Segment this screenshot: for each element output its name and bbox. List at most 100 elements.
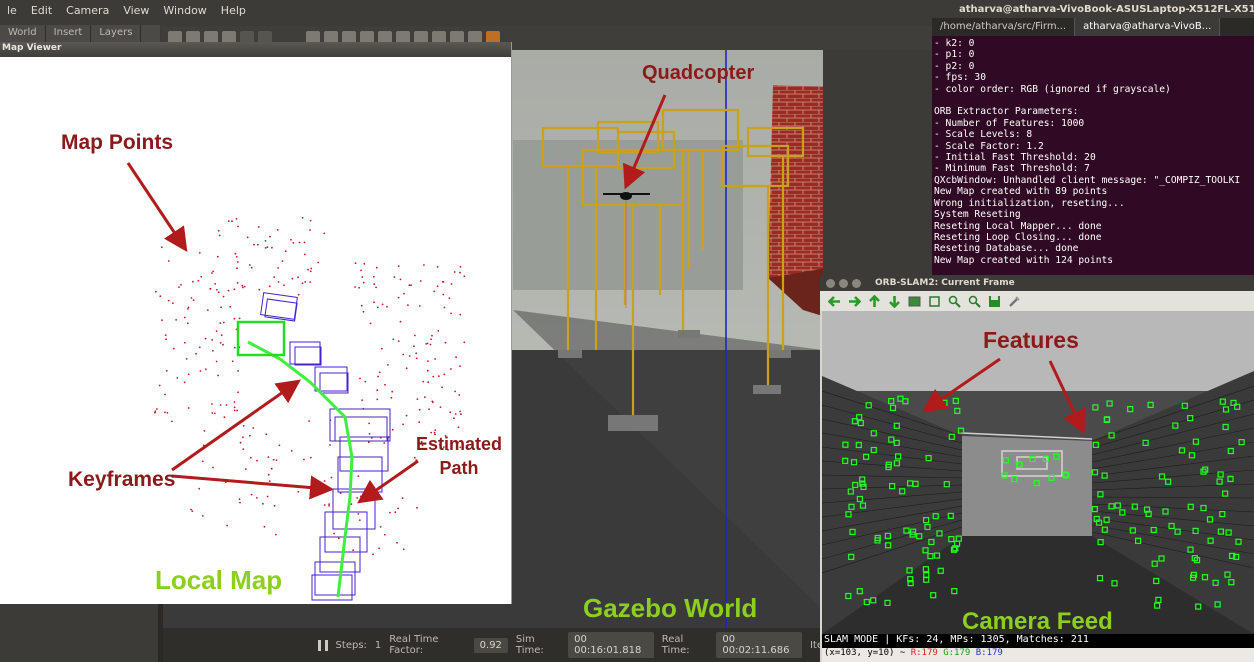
map-point — [242, 448, 245, 450]
menu-edit[interactable]: Edit — [24, 4, 59, 17]
map-point — [432, 375, 435, 378]
map-point — [397, 507, 399, 510]
menu-file[interactable]: le — [0, 4, 24, 17]
keyframe — [294, 346, 322, 366]
gazebo-side-tabs: World Insert Layers — [0, 25, 160, 43]
map-point — [459, 410, 461, 413]
arrow-down-icon[interactable] — [888, 295, 901, 308]
arrow-right-icon[interactable] — [848, 295, 861, 308]
map-point — [271, 246, 273, 249]
map-point — [283, 284, 285, 287]
map-point — [309, 219, 312, 222]
map-point — [390, 396, 393, 399]
menu-view[interactable]: View — [116, 4, 156, 17]
map-point — [391, 428, 394, 431]
map-point — [413, 345, 415, 348]
tab-insert[interactable]: Insert — [46, 25, 92, 43]
map-point — [192, 299, 195, 301]
map-point — [210, 440, 213, 442]
map-point — [156, 408, 158, 410]
real-time-label: Real Time: — [661, 634, 690, 656]
label-gazebo-world: Gazebo World — [583, 593, 758, 623]
map-point — [304, 281, 307, 283]
map-point — [270, 467, 273, 470]
map-point — [384, 533, 386, 536]
map-point — [243, 417, 246, 420]
terminal-tab-2[interactable]: atharva@atharva-VivoB... — [1075, 18, 1221, 36]
map-point — [429, 343, 432, 346]
map-point — [301, 217, 304, 219]
map-point — [359, 495, 362, 498]
map-point — [414, 334, 416, 337]
label-local-map: Local Map — [155, 565, 283, 595]
map-point — [211, 339, 214, 341]
map-point — [178, 286, 180, 288]
terminal-line: - fps: 30 — [934, 72, 986, 84]
map-point — [233, 317, 236, 320]
map-point — [307, 268, 309, 271]
map-point — [284, 250, 287, 253]
map-point — [418, 305, 421, 307]
map-point — [301, 282, 304, 285]
map-point — [267, 473, 270, 476]
map-point — [167, 260, 170, 262]
minimize-icon[interactable] — [839, 278, 848, 288]
map-point — [361, 399, 364, 401]
save-icon[interactable] — [988, 295, 1001, 308]
maximize-icon[interactable] — [852, 278, 861, 288]
pause-icon[interactable] — [318, 639, 328, 651]
map-viewer-window[interactable]: Map Viewer — [0, 42, 512, 604]
map-point — [233, 288, 236, 291]
map-point — [277, 281, 280, 283]
camera-feed-image[interactable] — [822, 311, 1254, 634]
map-point — [219, 404, 222, 406]
map-point — [396, 541, 398, 544]
arrow-left-icon[interactable] — [828, 295, 841, 308]
map-point — [303, 458, 305, 461]
map-point — [391, 390, 394, 393]
tab-layers[interactable]: Layers — [91, 25, 142, 43]
label-estimated: Estimated — [416, 434, 503, 454]
image-icon[interactable] — [908, 295, 921, 308]
map-point — [459, 365, 461, 367]
map-point — [256, 243, 259, 246]
map-point — [402, 548, 405, 551]
map-point — [386, 305, 388, 308]
map-point — [418, 421, 421, 424]
map-point — [443, 373, 446, 376]
brush-icon[interactable] — [1008, 295, 1021, 308]
tab-world[interactable]: World — [0, 25, 46, 43]
map-point — [244, 468, 247, 470]
map-point — [242, 286, 244, 289]
map-point — [190, 508, 193, 511]
map-point — [262, 502, 264, 505]
menu-camera[interactable]: Camera — [59, 4, 116, 17]
map-point — [234, 252, 237, 255]
map-point — [363, 262, 366, 265]
map-point — [428, 408, 430, 410]
menu-help[interactable]: Help — [214, 4, 253, 17]
zoom-in-icon[interactable] — [948, 295, 961, 308]
orb-titlebar: ORB-SLAM2: Current Frame — [820, 275, 1254, 291]
rtf-label: Real Time Factor: — [389, 634, 439, 656]
map-point — [368, 422, 370, 425]
map-point — [269, 235, 271, 238]
b-value: B:179 — [975, 648, 1003, 658]
terminal-tab-1[interactable]: /home/atharva/src/Firm... — [932, 18, 1076, 36]
zoom-out-icon[interactable] — [968, 295, 981, 308]
zoom-fit-icon[interactable] — [928, 295, 941, 308]
sim-time-label: Sim Time: — [515, 634, 544, 656]
map-point — [166, 412, 169, 414]
terminal-output: - k2: 0- p1: 0- p2: 0- fps: 30- color or… — [932, 36, 1254, 268]
map-point — [361, 276, 364, 278]
map-point — [455, 356, 457, 359]
arrow-up-icon[interactable] — [868, 294, 881, 308]
map-point — [354, 262, 357, 265]
close-icon[interactable] — [826, 278, 835, 288]
map-point — [217, 374, 220, 377]
map-point — [449, 411, 452, 414]
menu-window[interactable]: Window — [156, 4, 213, 17]
map-point — [408, 284, 411, 287]
map-point — [442, 293, 445, 296]
terminal-window[interactable]: atharva@atharva-VivoBook-ASUSLaptop-X512… — [932, 0, 1254, 275]
